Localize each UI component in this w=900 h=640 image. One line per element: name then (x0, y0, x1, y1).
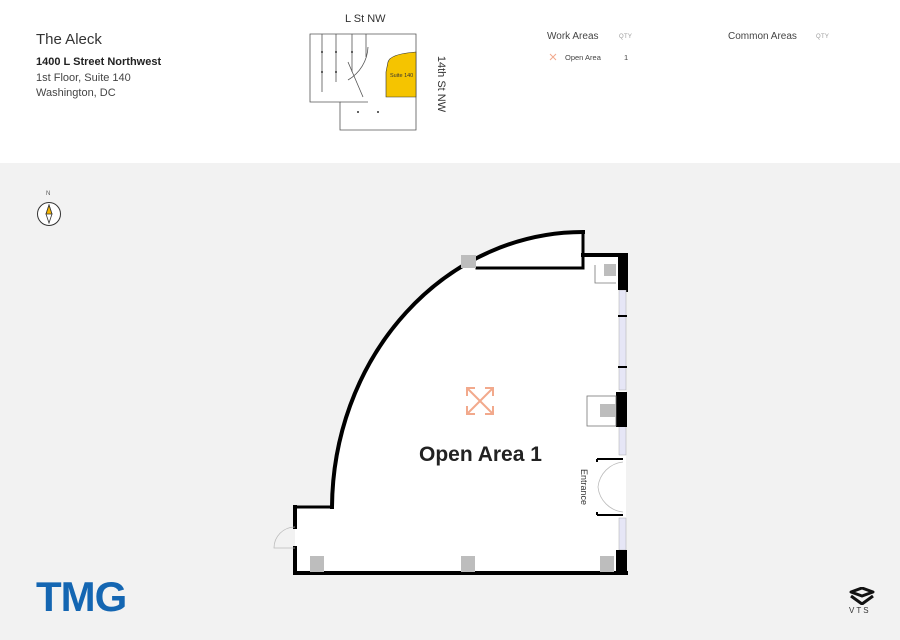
area-label: Open Area 1 (419, 443, 542, 466)
vts-logo-text: VTS (849, 606, 871, 615)
floor-plan (273, 229, 628, 575)
open-area-floor[interactable] (295, 232, 626, 573)
entrance-label: Entrance (579, 468, 590, 506)
west-door[interactable] (273, 526, 296, 549)
tmg-logo: TMG (36, 573, 127, 620)
vts-logo-icon (849, 587, 875, 605)
